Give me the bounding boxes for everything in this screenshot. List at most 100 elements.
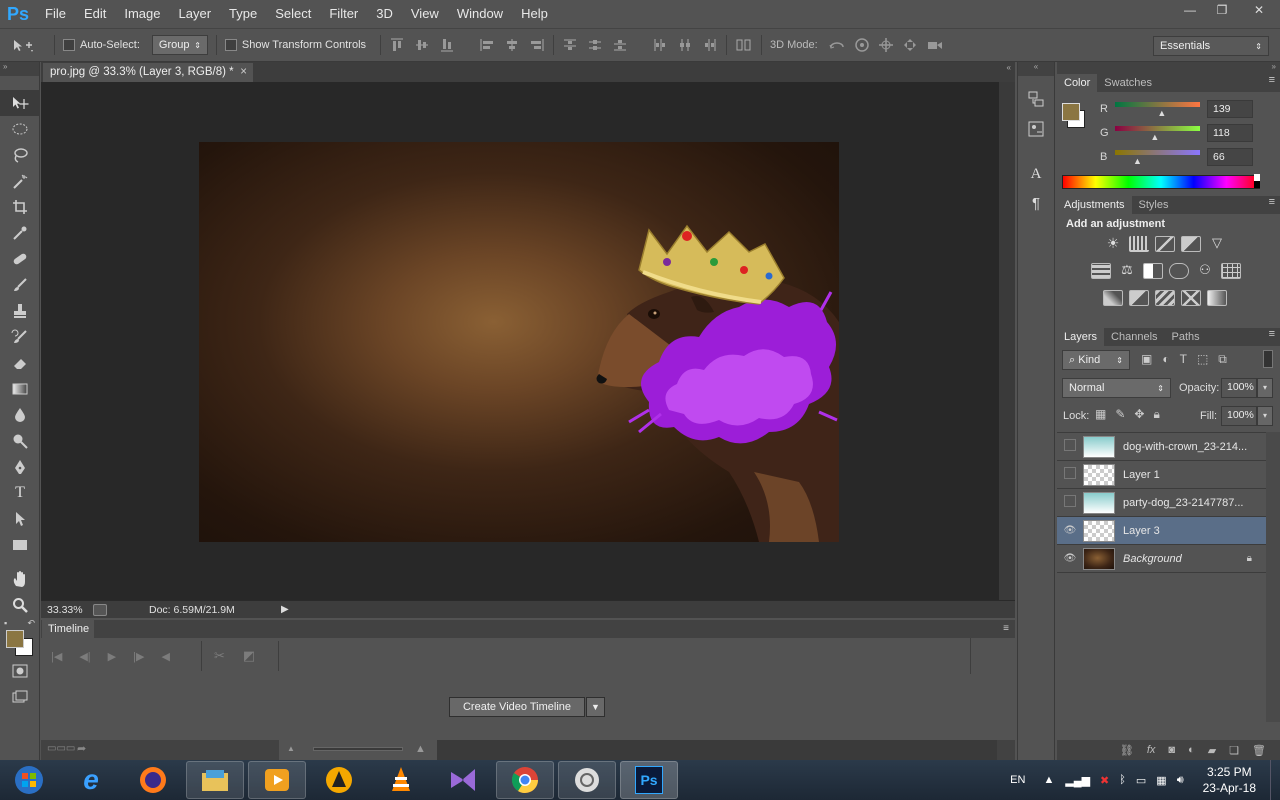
green-slider-thumb[interactable]: ▲ bbox=[1150, 132, 1159, 142]
vibrance-icon[interactable]: ▽ bbox=[1207, 236, 1227, 252]
transition-icon[interactable]: ◩ bbox=[243, 648, 255, 664]
tab-channels[interactable]: Channels bbox=[1104, 328, 1164, 346]
clone-stamp-tool[interactable] bbox=[0, 298, 40, 324]
panel-menu-icon[interactable]: ≡ bbox=[1269, 196, 1280, 214]
levels-icon[interactable] bbox=[1129, 236, 1149, 252]
color-balance-icon[interactable]: ⚖ bbox=[1117, 263, 1137, 279]
rectangle-tool[interactable] bbox=[0, 532, 40, 558]
3d-roll-icon[interactable] bbox=[854, 37, 870, 53]
status-menu-arrow-icon[interactable]: ▶ bbox=[281, 604, 289, 615]
gradient-tool[interactable] bbox=[0, 376, 40, 402]
add-mask-icon[interactable]: ◙ bbox=[1168, 744, 1175, 756]
quick-selection-tool[interactable] bbox=[0, 168, 40, 194]
color-lookup-icon[interactable] bbox=[1221, 263, 1241, 279]
move-tool-preset-icon[interactable] bbox=[0, 37, 46, 53]
green-value[interactable]: 118 bbox=[1207, 124, 1253, 142]
play-icon[interactable]: ▶ bbox=[108, 650, 116, 663]
panel-collapse-icon[interactable]: « bbox=[1007, 63, 1011, 72]
history-panel-icon[interactable] bbox=[1027, 90, 1045, 108]
media-player-icon[interactable] bbox=[248, 761, 306, 799]
frame-mode-icon[interactable]: ▭▭▭ bbox=[47, 743, 75, 754]
show-hidden-icons[interactable]: ▲ bbox=[1037, 774, 1060, 786]
crop-tool[interactable] bbox=[0, 194, 40, 220]
align-right-icon[interactable] bbox=[529, 37, 545, 53]
adjustment-layer-filter-icon[interactable]: ◐ bbox=[1162, 352, 1169, 367]
chrome-icon[interactable] bbox=[496, 761, 554, 799]
auto-align-layers-icon[interactable] bbox=[735, 37, 753, 53]
menu-view[interactable]: View bbox=[402, 0, 448, 28]
distribute-left-icon[interactable] bbox=[652, 37, 668, 53]
blue-value[interactable]: 66 bbox=[1207, 148, 1253, 166]
smart-object-filter-icon[interactable]: ⧉ bbox=[1218, 352, 1227, 367]
brush-tool[interactable] bbox=[0, 272, 40, 298]
type-tool[interactable]: T bbox=[0, 480, 40, 506]
photoshop-taskbar-icon[interactable]: Ps bbox=[620, 761, 678, 799]
menu-select[interactable]: Select bbox=[266, 0, 320, 28]
blur-tool[interactable] bbox=[0, 402, 40, 428]
filter-toggle[interactable] bbox=[1263, 350, 1273, 368]
layer-row[interactable]: dog-with-crown_23-214... bbox=[1057, 433, 1266, 461]
move-tool[interactable] bbox=[0, 90, 40, 116]
windows-start-icon[interactable] bbox=[0, 761, 58, 799]
network-icon[interactable]: ▦ bbox=[1151, 774, 1171, 787]
new-group-icon[interactable]: ▰ bbox=[1208, 744, 1216, 757]
layer-row[interactable]: 👁︎ Background 🔒︎ bbox=[1057, 545, 1266, 573]
auto-select-checkbox[interactable] bbox=[63, 39, 75, 51]
3d-rotate-icon[interactable] bbox=[828, 37, 846, 53]
blue-slider[interactable] bbox=[1115, 150, 1200, 155]
vertical-scrollbar[interactable] bbox=[999, 82, 1015, 600]
new-layer-icon[interactable]: ❏ bbox=[1229, 744, 1239, 757]
close-button[interactable]: ✕ bbox=[1238, 0, 1280, 20]
menu-window[interactable]: Window bbox=[448, 0, 512, 28]
screen-mode-button[interactable] bbox=[0, 684, 40, 710]
properties-panel-icon[interactable] bbox=[1027, 120, 1045, 138]
signal-icon[interactable]: ▂▄▆ bbox=[1060, 774, 1095, 787]
type-layer-filter-icon[interactable]: T bbox=[1180, 352, 1187, 367]
language-indicator[interactable]: EN bbox=[998, 774, 1037, 786]
menu-edit[interactable]: Edit bbox=[75, 0, 115, 28]
zoom-level[interactable]: 33.33% bbox=[41, 604, 93, 616]
app-icon[interactable] bbox=[558, 761, 616, 799]
align-bottom-icon[interactable] bbox=[439, 37, 455, 53]
menu-layer[interactable]: Layer bbox=[170, 0, 221, 28]
document-tab-close[interactable]: × bbox=[240, 63, 247, 82]
black-white-icon[interactable] bbox=[1143, 263, 1163, 279]
align-left-icon[interactable] bbox=[479, 37, 495, 53]
tools-panel-collapse[interactable]: » bbox=[0, 62, 39, 76]
green-slider[interactable] bbox=[1115, 126, 1200, 131]
tab-color[interactable]: Color bbox=[1057, 74, 1098, 92]
layer-row[interactable]: Layer 1 bbox=[1057, 461, 1266, 489]
show-transform-checkbox[interactable] bbox=[224, 39, 237, 51]
network-error-icon[interactable]: ✖ bbox=[1095, 774, 1114, 787]
align-hcenter-icon[interactable] bbox=[504, 37, 520, 53]
lock-image-pixels-icon[interactable]: ✎ bbox=[1115, 407, 1125, 422]
zoom-out-icon[interactable]: ▲ bbox=[287, 744, 295, 753]
first-frame-icon[interactable]: |◀ bbox=[51, 650, 62, 663]
document-canvas[interactable] bbox=[199, 142, 839, 542]
distribute-vcenter-icon[interactable] bbox=[587, 37, 603, 53]
pixel-layer-filter-icon[interactable]: ▣ bbox=[1141, 352, 1152, 367]
aimp-icon[interactable] bbox=[310, 761, 368, 799]
zoom-tool[interactable] bbox=[0, 592, 40, 618]
healing-brush-tool[interactable] bbox=[0, 246, 40, 272]
invert-icon[interactable] bbox=[1103, 290, 1123, 306]
visibility-toggle[interactable] bbox=[1057, 439, 1083, 454]
menu-file[interactable]: File bbox=[36, 0, 75, 28]
tab-styles[interactable]: Styles bbox=[1132, 196, 1176, 214]
shape-layer-filter-icon[interactable]: ⬚ bbox=[1197, 352, 1208, 367]
history-brush-tool[interactable] bbox=[0, 324, 40, 350]
distribute-top-icon[interactable] bbox=[562, 37, 578, 53]
file-explorer-icon[interactable] bbox=[186, 761, 244, 799]
brightness-contrast-icon[interactable]: ☀ bbox=[1103, 236, 1123, 252]
selective-color-icon[interactable] bbox=[1181, 290, 1201, 306]
lock-all-icon[interactable]: 🔒︎ bbox=[1153, 407, 1159, 422]
red-slider-thumb[interactable]: ▲ bbox=[1157, 108, 1166, 118]
previous-frame-icon[interactable]: ◀| bbox=[79, 650, 90, 663]
panel-menu-icon[interactable]: ≡ bbox=[1269, 74, 1280, 92]
firefox-icon[interactable] bbox=[124, 761, 182, 799]
create-video-timeline-button[interactable]: Create Video Timeline bbox=[449, 697, 585, 717]
exposure-icon[interactable] bbox=[1181, 236, 1201, 252]
red-value[interactable]: 139 bbox=[1207, 100, 1253, 118]
opacity-slider-button[interactable]: ▾ bbox=[1257, 378, 1273, 398]
red-slider[interactable] bbox=[1115, 102, 1200, 107]
